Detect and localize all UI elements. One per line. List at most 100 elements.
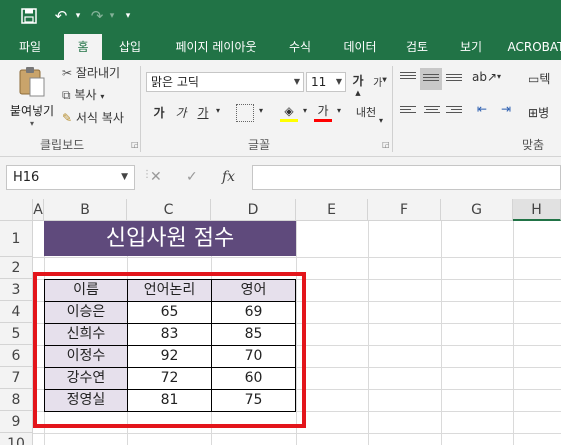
column-header-a[interactable]: A: [33, 199, 44, 221]
column-header-h[interactable]: H: [513, 199, 561, 221]
row-header-2[interactable]: 2: [0, 257, 33, 279]
format-painter-button[interactable]: ✎ 서식 복사: [62, 109, 136, 127]
borders-dropdown-icon[interactable]: ▾: [256, 106, 266, 115]
title-bar: ↶ ▾ ↷ ▾ ▾: [0, 0, 561, 34]
undo-dropdown-icon[interactable]: ▾: [72, 5, 84, 27]
ribbon: 붙여넣기 ▾ ✂ 잘라내기 ⧉ 복사 ▾ ✎ 서식 복사 클립보드 ◲ 맑은 고…: [0, 60, 561, 157]
fill-color-icon[interactable]: ◈: [280, 104, 298, 124]
font-name-value: 맑은 고딕: [151, 75, 199, 89]
orientation-dropdown-icon[interactable]: ▾: [494, 72, 504, 81]
column-header-c[interactable]: C: [127, 199, 211, 221]
copy-icon: ⧉: [62, 88, 71, 102]
align-bottom-icon[interactable]: [446, 72, 462, 83]
tab-page-layout[interactable]: 페이지 레이아웃: [163, 34, 269, 60]
bold-button[interactable]: 가: [150, 104, 168, 124]
phonetic-label: 내천: [355, 106, 377, 119]
chevron-down-icon: ▼: [335, 77, 342, 86]
customize-qat-icon[interactable]: ▾: [120, 5, 136, 27]
font-size-select[interactable]: 11 ▼: [306, 72, 346, 92]
row-header-4[interactable]: 4: [0, 301, 33, 323]
tab-home[interactable]: 홈: [64, 34, 102, 60]
select-all-corner[interactable]: [0, 199, 33, 221]
clipboard-launcher-icon[interactable]: ◲: [131, 140, 139, 149]
tab-data[interactable]: 데이터: [335, 34, 385, 60]
grow-font-label: 가: [352, 74, 364, 88]
column-header-g[interactable]: G: [441, 199, 513, 221]
underline-dropdown-icon[interactable]: ▾: [213, 106, 223, 115]
tab-insert[interactable]: 삽입: [108, 34, 152, 60]
row-header-1[interactable]: 1: [0, 221, 33, 257]
grid-line: [33, 433, 561, 434]
scissors-icon: ✂: [62, 66, 73, 80]
phonetic-dropdown-icon[interactable]: ▾: [376, 116, 386, 125]
chevron-down-icon: ▼: [293, 77, 300, 86]
sheet-title-cell[interactable]: 신입사원 점수: [44, 221, 296, 256]
merge-label: 병: [538, 106, 550, 120]
align-left-icon[interactable]: [400, 104, 416, 115]
fill-color-dropdown-icon[interactable]: ▾: [300, 106, 310, 115]
wrap-text-icon: ▭: [528, 72, 540, 86]
underline-button[interactable]: 가: [194, 104, 212, 124]
decrease-indent-icon[interactable]: ⇤: [472, 102, 492, 120]
row-header-5[interactable]: 5: [0, 323, 33, 345]
group-separator: [140, 66, 141, 152]
grid-line: [33, 257, 561, 258]
font-color-dropdown-icon[interactable]: ▾: [334, 106, 344, 115]
row-header-3[interactable]: 3: [0, 279, 33, 301]
paste-label: 붙여넣기: [9, 104, 55, 118]
tab-acrobat[interactable]: ACROBAT: [506, 34, 561, 60]
align-right-icon[interactable]: [446, 104, 462, 115]
redo-icon[interactable]: ↷: [86, 5, 108, 27]
column-header-f[interactable]: F: [368, 199, 441, 221]
italic-button[interactable]: 가: [172, 104, 190, 124]
save-icon[interactable]: [18, 5, 40, 27]
shrink-font-label: 가: [373, 78, 383, 89]
align-middle-button[interactable]: [420, 68, 442, 90]
paste-button[interactable]: 붙여넣기 ▾: [6, 64, 58, 128]
copy-dropdown-icon[interactable]: ▾: [100, 92, 104, 101]
align-middle-icon: [423, 72, 439, 83]
paste-icon: [19, 67, 45, 97]
grow-font-button[interactable]: 가▲: [350, 72, 366, 97]
paste-dropdown-icon[interactable]: ▾: [6, 119, 58, 128]
align-center-icon[interactable]: [424, 104, 440, 115]
increase-indent-icon[interactable]: ⇥: [496, 102, 516, 120]
font-name-select[interactable]: 맑은 고딕 ▼: [146, 72, 304, 92]
wrap-text-button[interactable]: ▭텍: [528, 70, 561, 90]
formula-input[interactable]: [252, 165, 561, 190]
shrink-font-button[interactable]: 가▼: [372, 74, 388, 94]
column-header-e[interactable]: E: [296, 199, 368, 221]
row-header-9[interactable]: 9: [0, 411, 33, 433]
insert-function-icon[interactable]: fx: [222, 169, 235, 185]
row-header-7[interactable]: 7: [0, 367, 33, 389]
copy-label: 복사: [74, 88, 97, 102]
column-header-b[interactable]: B: [44, 199, 127, 221]
tab-formulas[interactable]: 수식: [279, 34, 321, 60]
orientation-icon[interactable]: ab↗: [472, 70, 497, 90]
tab-review[interactable]: 검토: [396, 34, 438, 60]
name-box[interactable]: H16 ▼: [6, 165, 135, 190]
ribbon-tabs: 파일 홈 삽입 페이지 레이아웃 수식 데이터 검토 보기 ACROBAT: [0, 34, 561, 60]
font-launcher-icon[interactable]: ◲: [382, 140, 390, 149]
tab-view[interactable]: 보기: [450, 34, 492, 60]
wrap-text-label: 텍: [539, 72, 551, 86]
row-header-8[interactable]: 8: [0, 389, 33, 411]
format-painter-icon: ✎: [62, 111, 73, 125]
copy-button[interactable]: ⧉ 복사 ▾: [62, 86, 132, 104]
cut-button[interactable]: ✂ 잘라내기: [62, 64, 132, 82]
format-painter-label: 서식 복사: [75, 111, 124, 125]
borders-icon[interactable]: [236, 104, 254, 122]
cancel-icon[interactable]: ✕: [150, 169, 162, 185]
row-header-6[interactable]: 6: [0, 345, 33, 367]
merge-center-button[interactable]: ⊞병: [528, 104, 561, 124]
font-color-button[interactable]: 가: [314, 104, 332, 124]
clipboard-group-label: 클립보드: [40, 138, 85, 152]
merge-icon: ⊞: [528, 106, 539, 120]
tab-file[interactable]: 파일: [8, 34, 52, 60]
enter-icon[interactable]: ✓: [186, 169, 198, 185]
align-top-icon[interactable]: [400, 70, 416, 81]
redo-dropdown-icon[interactable]: ▾: [106, 5, 118, 27]
row-header-10[interactable]: 10: [0, 433, 33, 445]
column-header-d[interactable]: D: [211, 199, 296, 221]
undo-icon[interactable]: ↶: [50, 5, 72, 27]
